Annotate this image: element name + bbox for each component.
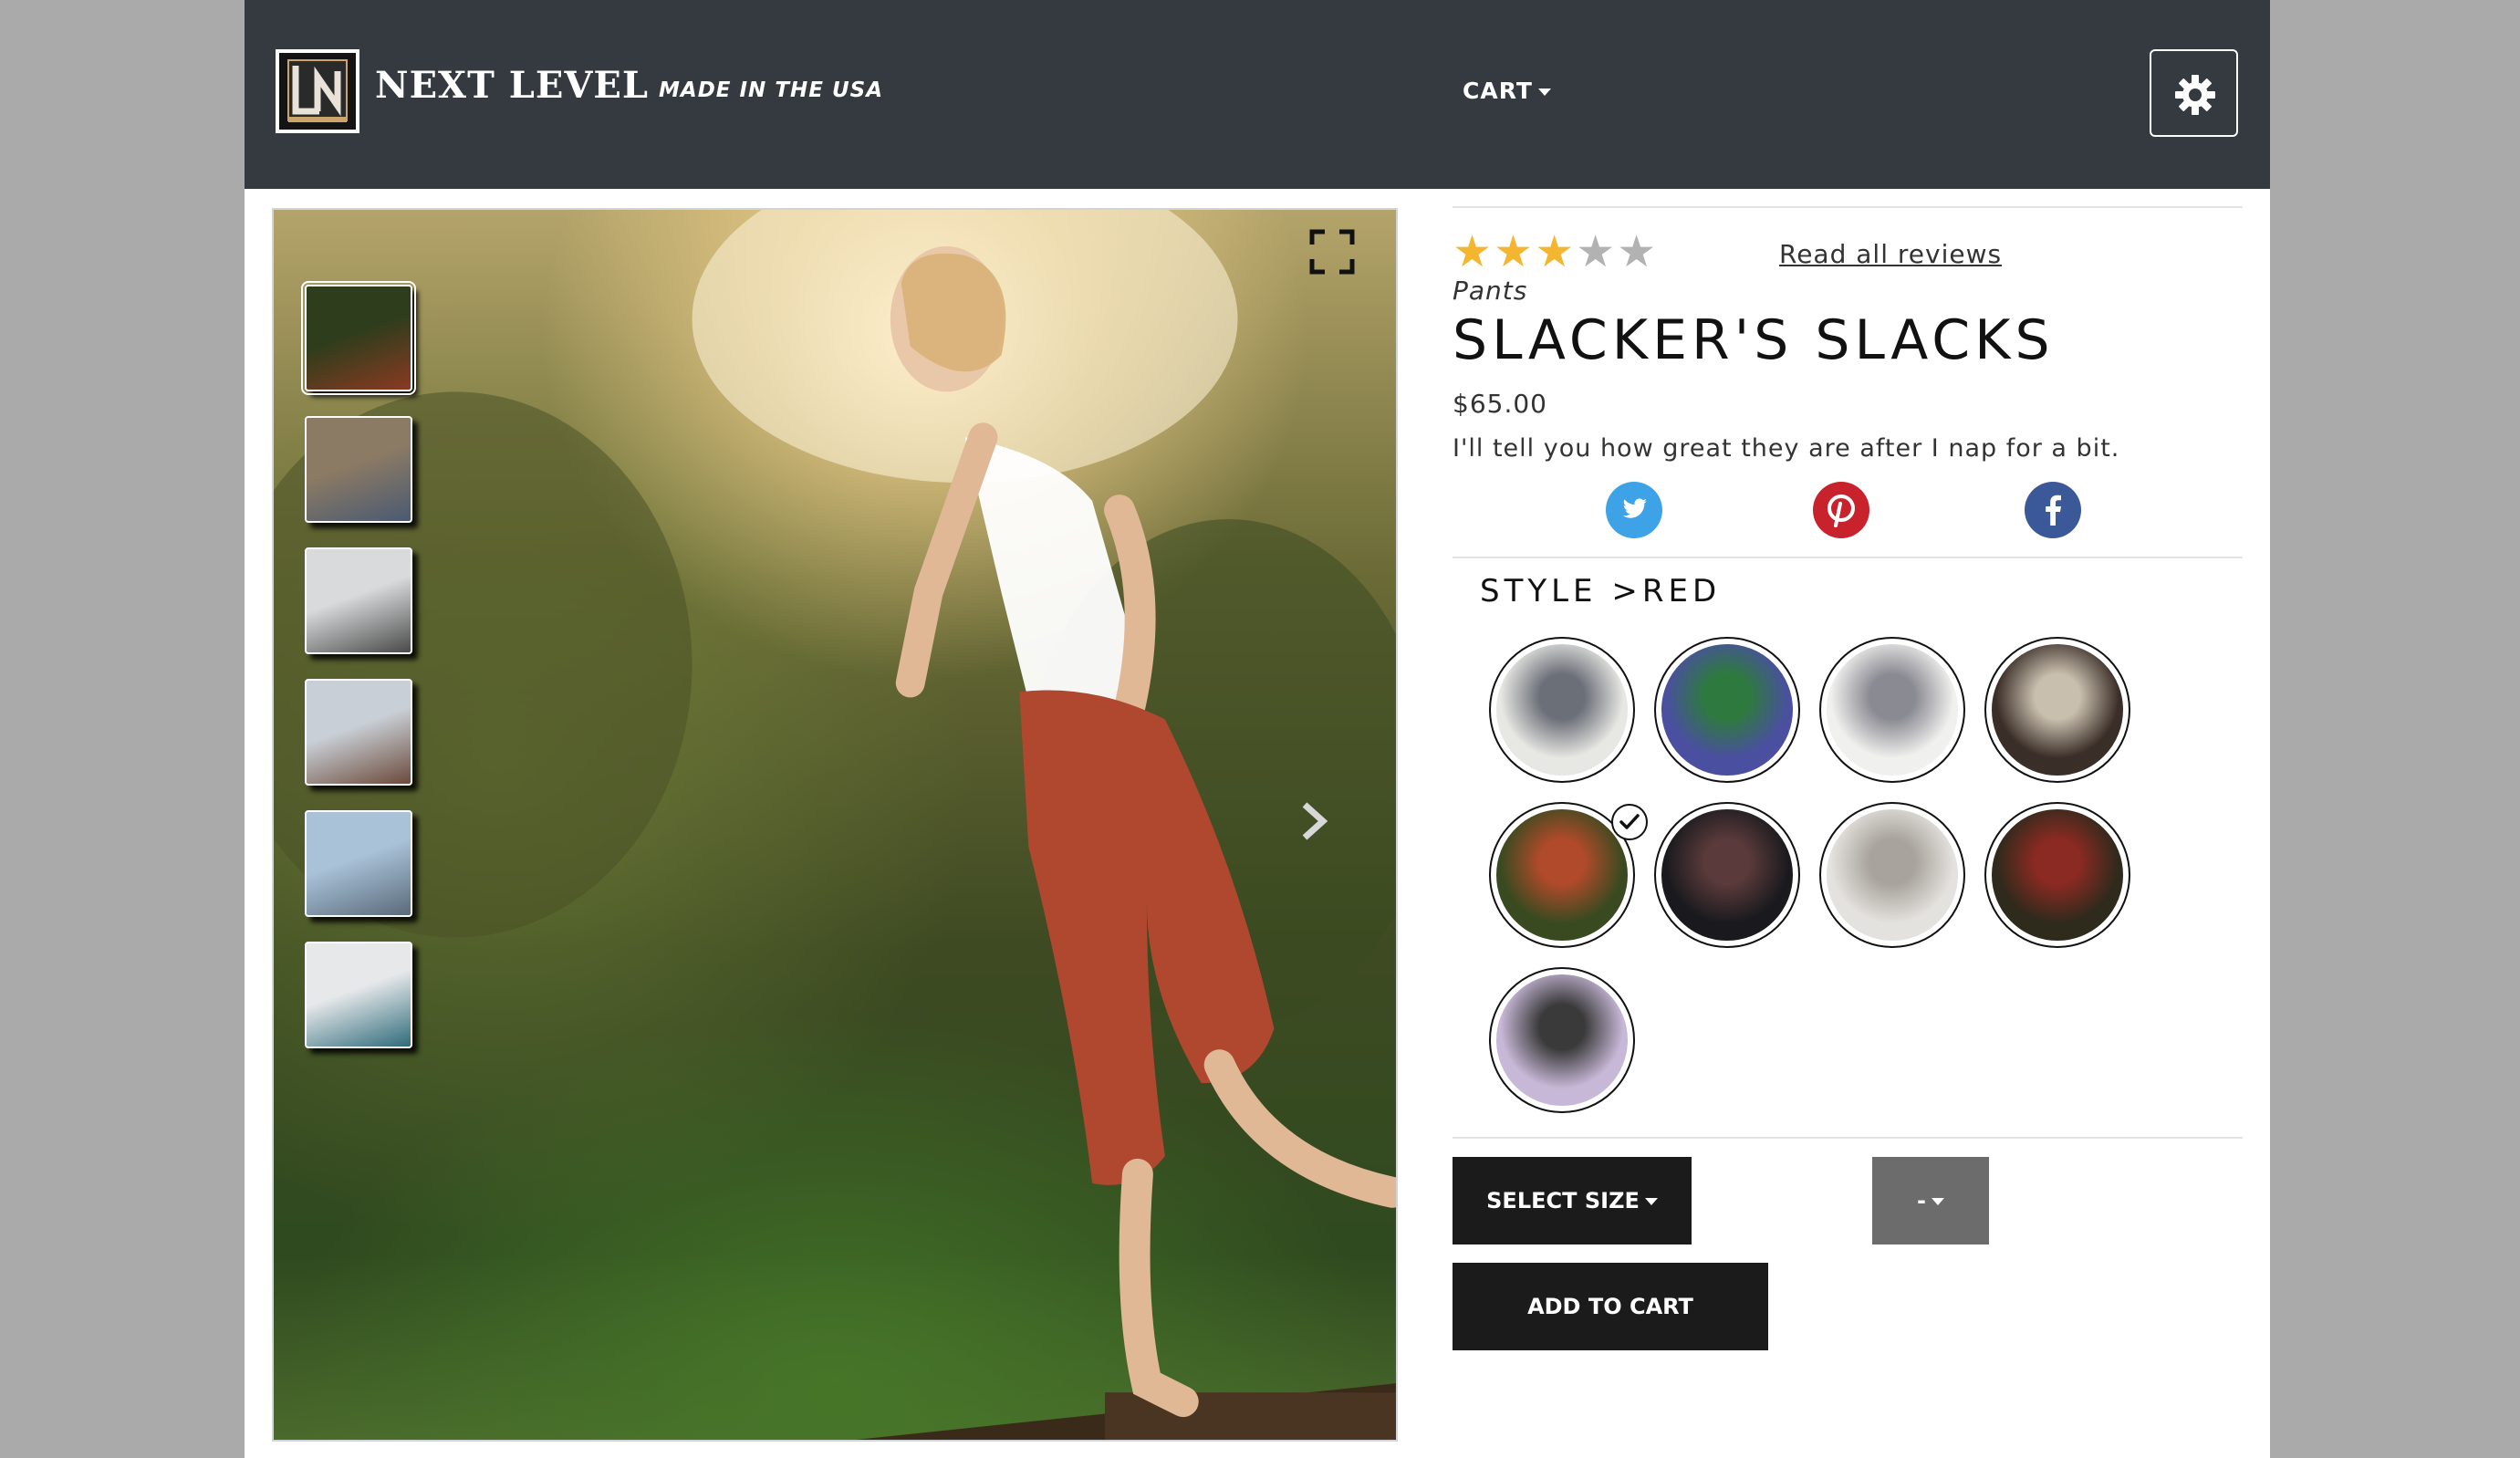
product-category: Pants	[1453, 276, 1528, 306]
style-heading: STYLE >RED	[1480, 573, 1722, 609]
page: NEXT LEVEL MADE IN THE USA CART ★★★★★ Re…	[245, 0, 2270, 1458]
product-description: I'll tell you how great they are after I…	[1453, 434, 2120, 463]
settings-button[interactable]	[2150, 49, 2238, 137]
pinterest-share-button[interactable]	[1813, 482, 1869, 538]
divider	[1453, 557, 2243, 558]
gallery-thumbnail[interactable]	[305, 679, 412, 786]
star-rating: ★★★★★	[1453, 230, 1658, 274]
style-swatch-image	[1990, 807, 2125, 942]
facebook-icon	[2025, 482, 2081, 538]
style-swatch[interactable]	[1654, 637, 1800, 783]
style-swatch-image	[1825, 807, 1960, 942]
style-swatch-image	[1494, 642, 1630, 777]
cart-dropdown[interactable]: CART	[1463, 78, 1551, 104]
check-icon	[1611, 804, 1648, 840]
style-swatch[interactable]	[1489, 967, 1635, 1113]
thumbnail-strip	[301, 281, 416, 1073]
chevron-down-icon	[1537, 89, 1551, 96]
quantity-dropdown[interactable]: -	[1872, 1157, 1989, 1245]
main-product-image	[274, 210, 1396, 1440]
pinterest-icon	[1813, 482, 1869, 538]
style-swatch-image	[1494, 807, 1630, 942]
star-filled-icon: ★	[1494, 226, 1536, 277]
twitter-icon	[1606, 482, 1662, 538]
twitter-share-button[interactable]	[1606, 482, 1662, 538]
style-swatch-image	[1494, 973, 1630, 1108]
select-size-label: SELECT SIZE	[1486, 1188, 1640, 1213]
quantity-label: -	[1917, 1188, 1926, 1213]
style-swatch-image	[1660, 807, 1795, 942]
divider	[1453, 206, 2243, 208]
style-swatch[interactable]	[1984, 637, 2130, 783]
star-filled-icon: ★	[1453, 226, 1494, 277]
cart-label: CART	[1463, 78, 1533, 104]
logo-mark-icon	[279, 53, 356, 130]
chevron-down-icon	[1644, 1198, 1658, 1205]
star-empty-icon: ★	[1617, 226, 1659, 277]
gear-icon	[2175, 75, 2215, 115]
brand-name[interactable]: NEXT LEVEL	[375, 64, 649, 107]
style-swatch[interactable]	[1819, 802, 1965, 948]
top-navbar: NEXT LEVEL MADE IN THE USA CART	[245, 0, 2270, 189]
star-empty-icon: ★	[1576, 226, 1618, 277]
facebook-share-button[interactable]	[2025, 482, 2081, 538]
style-swatch[interactable]	[1984, 802, 2130, 948]
divider	[1453, 1137, 2243, 1139]
star-filled-icon: ★	[1535, 226, 1577, 277]
style-swatch-image	[1825, 642, 1960, 777]
style-swatch-image	[1660, 642, 1795, 777]
fullscreen-icon[interactable]	[1308, 228, 1356, 276]
add-to-cart-button[interactable]: ADD TO CART	[1453, 1263, 1768, 1350]
style-swatch[interactable]	[1489, 637, 1635, 783]
gallery-thumbnail[interactable]	[305, 416, 412, 523]
style-swatch-image	[1990, 642, 2125, 777]
chevron-down-icon	[1931, 1198, 1944, 1205]
read-reviews-link[interactable]: Read all reviews	[1779, 239, 2002, 269]
product-price: $65.00	[1453, 389, 1547, 419]
brand-logo[interactable]	[276, 49, 359, 133]
select-size-dropdown[interactable]: SELECT SIZE	[1453, 1157, 1692, 1245]
gallery-thumbnail[interactable]	[305, 547, 412, 654]
gallery-thumbnail[interactable]	[301, 281, 416, 395]
gallery-thumbnail[interactable]	[305, 942, 412, 1048]
style-swatch[interactable]	[1819, 637, 1965, 783]
product-image-gallery[interactable]	[272, 208, 1398, 1442]
gallery-thumbnail[interactable]	[305, 810, 412, 917]
chevron-right-icon[interactable]	[1297, 801, 1328, 841]
brand-tagline: MADE IN THE USA	[659, 78, 884, 102]
product-title: SLACKER'S SLACKS	[1453, 308, 2055, 372]
style-swatch[interactable]	[1654, 802, 1800, 948]
style-swatch[interactable]	[1489, 802, 1648, 948]
